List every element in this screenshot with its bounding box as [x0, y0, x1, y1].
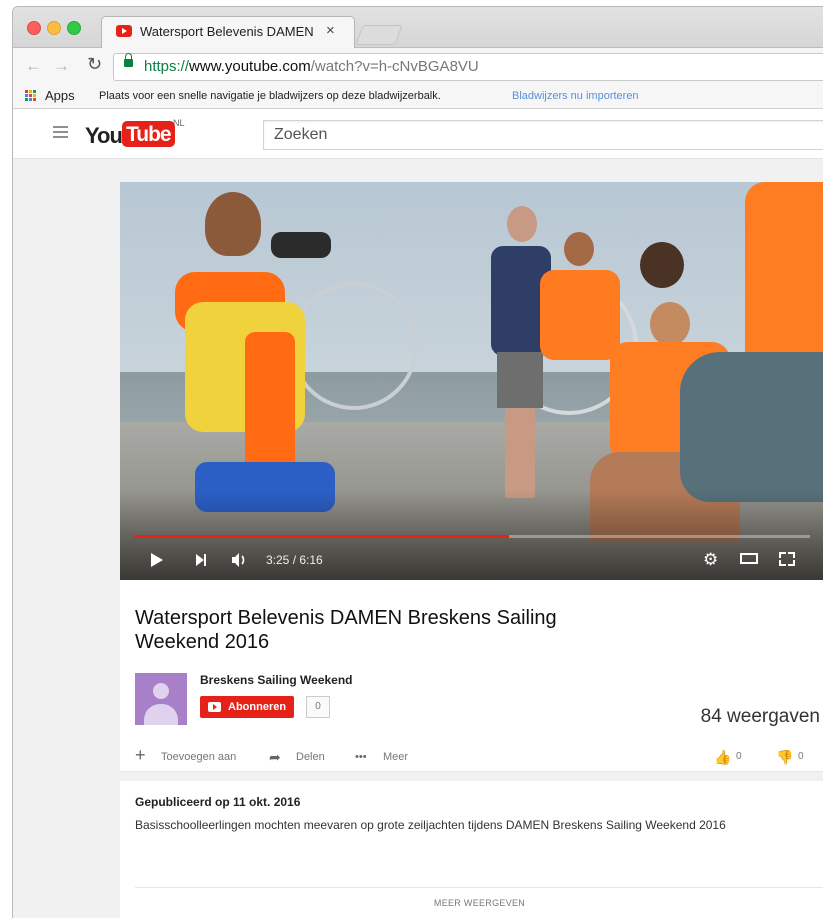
channel-avatar[interactable]: [135, 673, 187, 725]
video-info: Watersport Belevenis DAMEN Breskens Sail…: [120, 580, 823, 772]
more-dots-icon: •••: [355, 751, 367, 763]
reload-icon[interactable]: ↻: [87, 54, 102, 75]
volume-icon[interactable]: [231, 552, 247, 568]
view-count: 84 weergaven: [700, 706, 820, 727]
tab-active[interactable]: Watersport Belevenis DAMEN ×: [101, 16, 355, 48]
progress-bar[interactable]: [134, 535, 810, 538]
theater-mode-icon[interactable]: [740, 553, 758, 564]
publish-date: Gepubliceerd op 11 okt. 2016: [135, 795, 301, 809]
boy-binoculars: [175, 192, 365, 522]
import-bookmarks-link[interactable]: Bladwijzers nu importeren: [512, 90, 639, 102]
back-arrow-icon[interactable]: ←: [25, 56, 42, 76]
lock-icon: [124, 53, 133, 67]
subscribe-button[interactable]: Abonneren: [200, 696, 295, 718]
youtube-page: You Tube NL Zoeken 3:25 / 6:16 ⚙ Watersp…: [13, 109, 823, 918]
play-icon[interactable]: [151, 553, 163, 567]
video-title: Watersport Belevenis DAMEN Breskens Sail…: [135, 607, 557, 653]
like-dislike-group: 👍 0 👎 0: [714, 749, 818, 766]
like-count: 0: [736, 751, 742, 762]
thumb-down-icon[interactable]: 👎: [776, 749, 793, 766]
share-arrow-icon: ➦: [269, 749, 281, 765]
url-host: www.youtube.com: [189, 58, 311, 75]
youtube-favicon-icon: [116, 25, 132, 37]
search-input[interactable]: Zoeken: [263, 120, 823, 150]
player-controls: 3:25 / 6:16 ⚙: [120, 544, 823, 576]
logo-you: You: [85, 123, 123, 148]
menu-icon[interactable]: [53, 126, 68, 141]
thumb-up-icon[interactable]: 👍: [714, 749, 731, 766]
fullscreen-icon[interactable]: [779, 552, 795, 566]
forward-arrow-icon[interactable]: →: [53, 56, 70, 76]
close-window-button[interactable]: [27, 21, 41, 35]
plus-icon: +: [135, 745, 146, 765]
tab-close-icon[interactable]: ×: [326, 22, 335, 39]
next-icon[interactable]: [196, 554, 206, 566]
channel-name[interactable]: Breskens Sailing Weekend: [200, 673, 353, 687]
search-placeholder: Zoeken: [274, 126, 328, 143]
browser-toolbar: ← → ↻ https://www.youtube.com/watch?v=h-…: [13, 48, 823, 84]
apps-grid-icon[interactable]: [25, 90, 37, 102]
browser-window: Watersport Belevenis DAMEN × ← → ↻ https…: [12, 6, 823, 918]
bookmarks-bar: Apps Plaats voor een snelle navigatie je…: [13, 84, 823, 109]
url-text[interactable]: https://www.youtube.com/watch?v=h-cNvBGA…: [144, 58, 479, 75]
bookmarks-hint: Plaats voor een snelle navigatie je blad…: [99, 90, 441, 102]
share-button[interactable]: ➦ Delen: [269, 749, 325, 765]
minimize-window-button[interactable]: [47, 21, 61, 35]
more-button[interactable]: ••• Meer: [355, 751, 408, 763]
share-label: Delen: [296, 751, 325, 763]
youtube-masthead: You Tube NL Zoeken: [13, 109, 823, 159]
zoom-window-button[interactable]: [67, 21, 81, 35]
time-display: 3:25 / 6:16: [266, 553, 323, 567]
apps-link[interactable]: Apps: [45, 88, 75, 103]
add-to-label: Toevoegen aan: [161, 751, 237, 763]
more-label: Meer: [383, 751, 409, 763]
settings-gear-icon[interactable]: ⚙: [703, 550, 718, 570]
progress-fill: [134, 535, 509, 538]
subscribe-label: Abonneren: [228, 701, 287, 713]
tab-title: Watersport Belevenis DAMEN: [140, 24, 314, 39]
dislike-count: 0: [798, 751, 804, 762]
floral-cushion: [680, 352, 823, 502]
description-text: Basisschoolleerlingen mochten meevaren o…: [135, 818, 726, 832]
youtube-play-icon: [208, 702, 221, 712]
url-path: /watch?v=h-cNvBGA8VU: [310, 58, 479, 75]
video-player[interactable]: 3:25 / 6:16 ⚙: [120, 182, 823, 580]
description-box: Gepubliceerd op 11 okt. 2016 Basisschool…: [120, 781, 823, 918]
address-bar[interactable]: https://www.youtube.com/watch?v=h-cNvBGA…: [113, 53, 823, 81]
new-tab-button[interactable]: [355, 25, 403, 45]
logo-tube: Tube: [122, 121, 175, 147]
subscriber-count: 0: [306, 696, 330, 718]
logo-country-code: NL: [173, 118, 185, 128]
url-scheme: https://: [144, 58, 190, 75]
show-more-button[interactable]: MEER WEERGEVEN: [135, 887, 823, 918]
tab-strip: Watersport Belevenis DAMEN ×: [13, 7, 823, 48]
add-to-button[interactable]: + Toevoegen aan: [135, 745, 237, 765]
